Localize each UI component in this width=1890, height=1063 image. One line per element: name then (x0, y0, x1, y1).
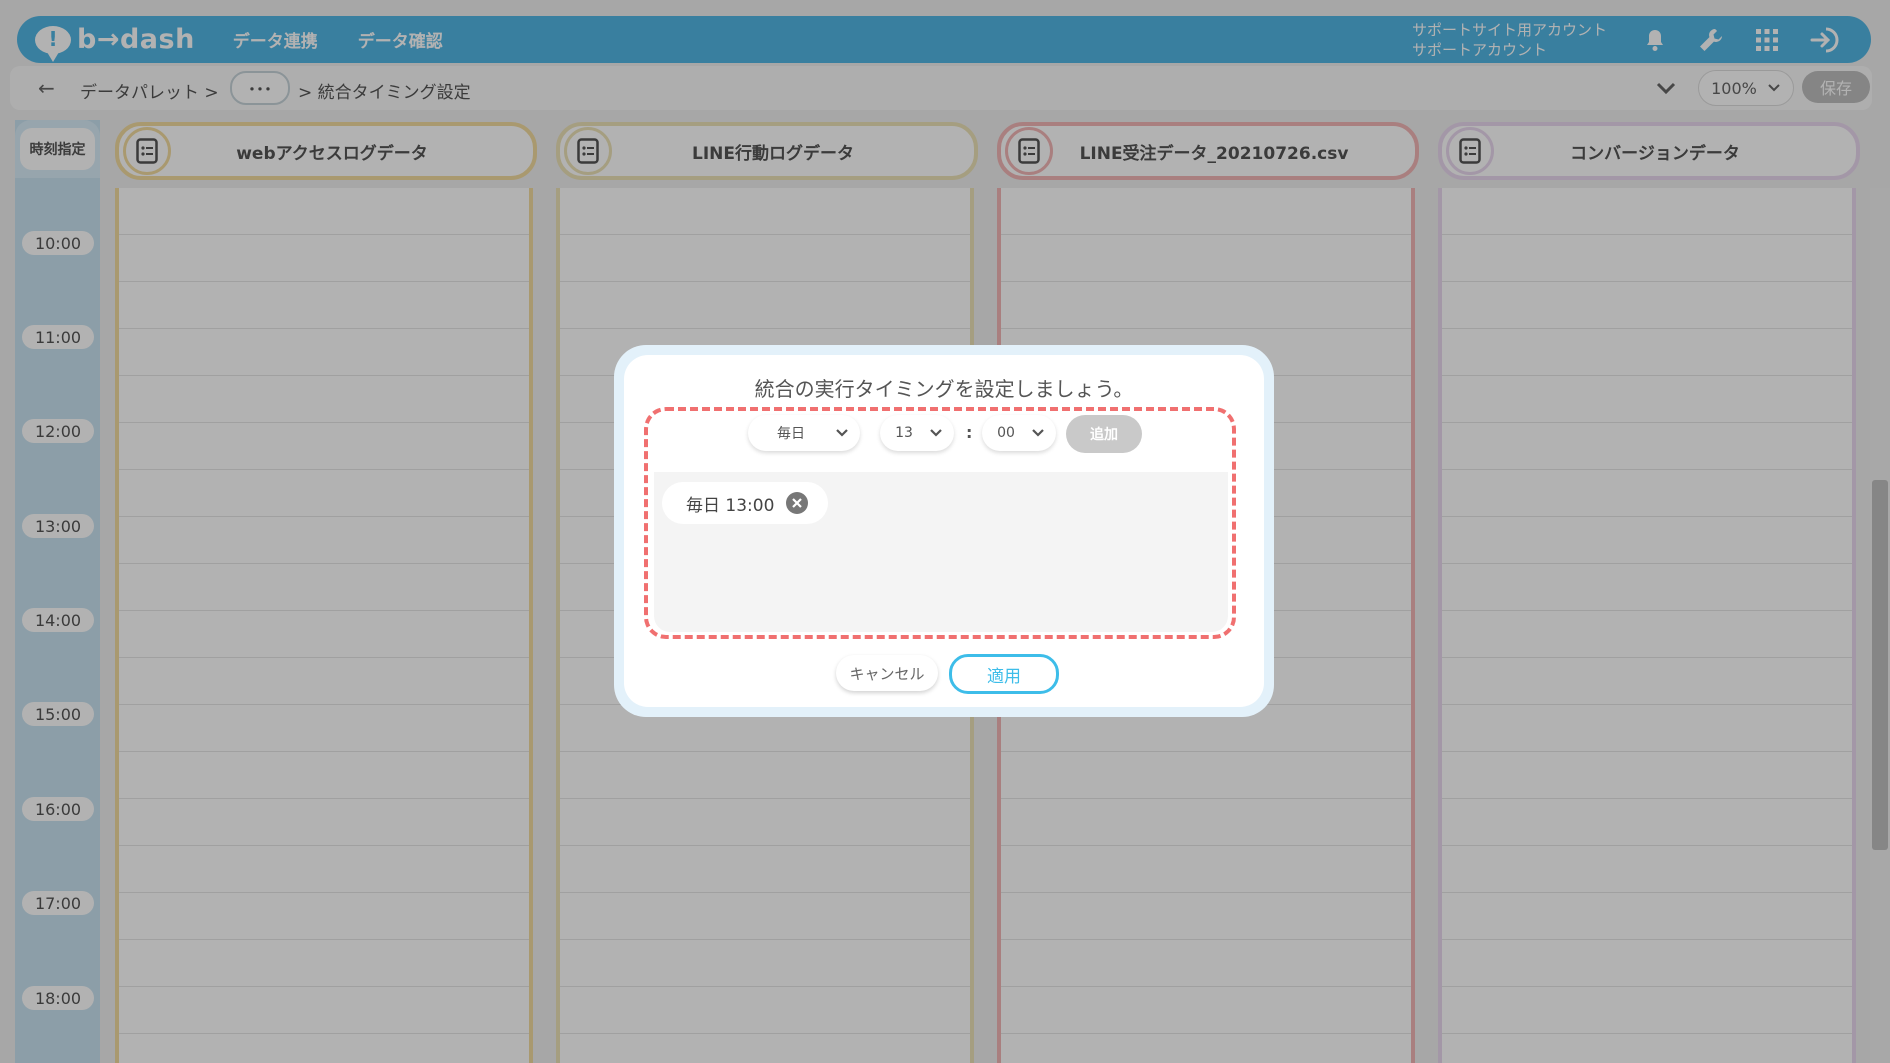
remove-circle-icon[interactable] (786, 492, 809, 514)
add-timing-button[interactable]: 追加 (1066, 415, 1142, 453)
chevron-down-icon (836, 429, 848, 437)
hour-value: 13 (895, 425, 913, 441)
time-separator: : (966, 423, 973, 442)
frequency-value: 毎日 (777, 426, 805, 442)
dialog-title: 統合の実行タイミングを設定しましょう。 (754, 377, 1134, 401)
minute-value: 00 (997, 425, 1015, 441)
timing-chip: 毎日 13:00 (662, 482, 828, 524)
chevron-down-icon (1032, 429, 1044, 437)
apply-button[interactable]: 適用 (949, 654, 1059, 694)
minute-select[interactable]: 00 (982, 415, 1056, 451)
timing-chip-label: 毎日 13:00 (686, 495, 775, 516)
cancel-button[interactable]: キャンセル (836, 655, 938, 691)
frequency-select[interactable]: 毎日 (748, 415, 860, 451)
chevron-down-icon (930, 429, 942, 437)
hour-select[interactable]: 13 (880, 415, 954, 451)
timing-settings-dialog: 統合の実行タイミングを設定しましょう。 毎日 13 : 00 追加 毎日 13:… (614, 345, 1274, 717)
